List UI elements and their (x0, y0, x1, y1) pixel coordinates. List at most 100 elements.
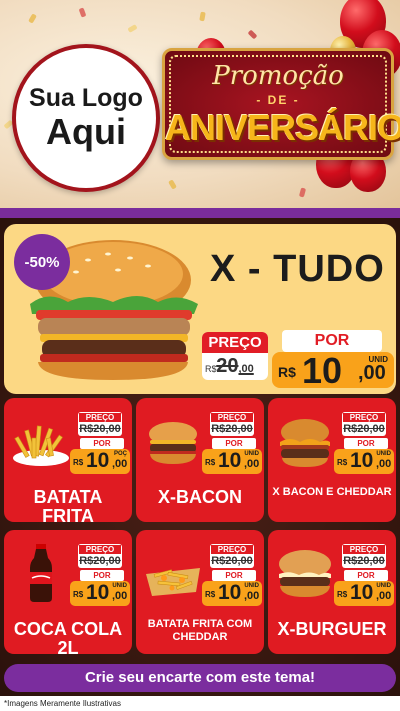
old-price-tag: PREÇO R$20,00 (78, 544, 122, 568)
confetti (247, 29, 258, 40)
new-price-dec: ,00 (244, 590, 260, 602)
promo-title: Promoção (212, 61, 344, 91)
logo-placeholder[interactable]: Sua Logo Aqui (12, 44, 160, 192)
new-price-unit: UNID (112, 583, 127, 589)
old-price-label: PREÇO (342, 412, 386, 423)
new-price-unit: UNID (376, 583, 391, 589)
product-name: COCA COLA 2L (13, 619, 123, 655)
new-price-currency: R$ (205, 458, 216, 467)
product-image (142, 412, 204, 470)
new-price-label: POR (80, 570, 124, 581)
confetti (168, 179, 177, 190)
new-price-box: R$ 10,00 UNID (202, 581, 262, 606)
new-price-label: POR (344, 438, 388, 449)
old-price-label: PREÇO (78, 412, 122, 423)
old-price-value: R$20,00 (211, 423, 253, 435)
product-image (142, 544, 204, 602)
new-price-currency: R$ (73, 458, 84, 467)
old-price-value: R$20,00 (343, 555, 385, 567)
old-price-tag: PREÇO 20,00 R$ (202, 332, 268, 380)
new-price-currency: R$ (337, 590, 348, 599)
old-price-value: R$20,00 (343, 423, 385, 435)
product-image (274, 412, 336, 470)
new-price-unit: UNID (376, 451, 391, 457)
logo-line2: Aqui (46, 111, 126, 152)
old-price-tag: PREÇO R$20,00 (210, 412, 254, 436)
old-price-tag: PREÇO R$20,00 (342, 544, 386, 568)
new-price-dec: ,00 (112, 458, 128, 470)
old-price-label: PREÇO (202, 332, 268, 353)
new-price-int: 10 (86, 449, 110, 472)
product-name: X-BURGUER (277, 619, 387, 639)
product-card[interactable]: PREÇO R$20,00 POR R$ 10,00 UNID X-BURGUER (268, 530, 396, 654)
new-price-currency: R$ (205, 590, 216, 599)
featured-product-card[interactable]: -50% X - TUDO PREÇO 20,00 R$ POR R$ 10 ,… (4, 224, 396, 394)
new-price-tag: POR R$ 10 ,00 UNID (272, 328, 394, 391)
new-price-dec: ,00 (358, 362, 386, 384)
old-price-tag: PREÇO R$20,00 (342, 412, 386, 436)
promo-banner: Promoção - DE - ANIVERSÁRIO (162, 48, 400, 160)
new-price-label: POR (80, 438, 124, 449)
new-price-int: 10 (350, 581, 374, 604)
old-price-currency: R$ (205, 364, 217, 374)
confetti (78, 7, 87, 18)
product-name: X BACON E CHEDDAR (272, 486, 392, 498)
product-card[interactable]: PREÇO R$20,00 POR R$ 10,00 UNID COCA COLA 2L (4, 530, 132, 654)
old-price-value: R$20,00 (79, 423, 121, 435)
new-price-dec: ,00 (244, 458, 260, 470)
new-price-unit: POÇ (113, 451, 127, 457)
new-price-int: 10 (302, 350, 343, 391)
new-price-box: R$ 10,00 UNID (334, 581, 394, 606)
old-price-label: PREÇO (210, 544, 254, 555)
old-price-value: R$20,00 (211, 555, 253, 567)
product-name: BATATA FRITA COM CHEDDAR (147, 618, 253, 643)
product-card[interactable]: PREÇO R$20,00 POR R$ 10,00 UNID X BACON E CHED… (268, 398, 396, 522)
old-price-label: PREÇO (210, 412, 254, 423)
logo-line1: Sua Logo (29, 84, 143, 112)
new-price-box: R$ 10 ,00 UNID (272, 350, 394, 391)
new-price-int: 10 (218, 581, 242, 604)
old-price-dec: ,00 (238, 363, 254, 375)
new-price-label: POR (212, 570, 256, 581)
product-name: X-BACON (158, 487, 242, 507)
new-price-box: R$ 10,00 UNID (70, 581, 130, 606)
featured-product-name: X - TUDO (210, 248, 385, 290)
old-price-value: R$20,00 (79, 555, 121, 567)
old-price-label: PREÇO (78, 544, 122, 555)
product-image (274, 544, 336, 602)
purple-divider (0, 208, 400, 218)
new-price-currency: R$ (73, 590, 84, 599)
new-price-label: POR (282, 330, 382, 352)
confetti (28, 13, 37, 24)
product-image (10, 412, 72, 470)
old-price-tag: PREÇO R$20,00 (210, 544, 254, 568)
discount-badge: -50% (14, 234, 70, 290)
new-price-label: POR (344, 570, 388, 581)
old-price-int: 20 (216, 355, 239, 377)
new-price-unit: UNID (244, 451, 259, 457)
old-price-label: PREÇO (342, 544, 386, 555)
disclaimer: *Imagens Meramente Ilustrativas (0, 696, 400, 711)
new-price-label: POR (212, 438, 256, 449)
promo-main-title: ANIVERSÁRIO (165, 107, 400, 148)
confetti (127, 24, 138, 33)
new-price-int: 10 (86, 581, 110, 604)
new-price-int: 10 (350, 449, 374, 472)
new-price-dec: ,00 (376, 590, 392, 602)
new-price-currency: R$ (337, 458, 348, 467)
old-price-tag: PREÇO R$20,00 (78, 412, 122, 436)
new-price-unit: UNID (244, 583, 259, 589)
new-price-box: R$ 10,00 POÇ (70, 449, 130, 474)
product-card[interactable]: PREÇO R$20,00 POR R$ 10,00 POÇ BATATA FRITA (4, 398, 132, 522)
new-price-box: R$ 10,00 UNID (202, 449, 262, 474)
new-price-dec: ,00 (112, 590, 128, 602)
cta-button[interactable]: Crie seu encarte com este tema! (4, 664, 396, 692)
new-price-dec: ,00 (376, 458, 392, 470)
product-image (10, 544, 72, 602)
confetti (199, 11, 206, 22)
new-price-int: 10 (218, 449, 242, 472)
product-card[interactable]: PREÇO R$20,00 POR R$ 10,00 UNID BATATA FRITA C… (136, 530, 264, 654)
new-price-box: R$ 10,00 UNID (334, 449, 394, 474)
confetti (298, 187, 307, 198)
product-card[interactable]: PREÇO R$20,00 POR R$ 10,00 UNID X-BACON (136, 398, 264, 522)
